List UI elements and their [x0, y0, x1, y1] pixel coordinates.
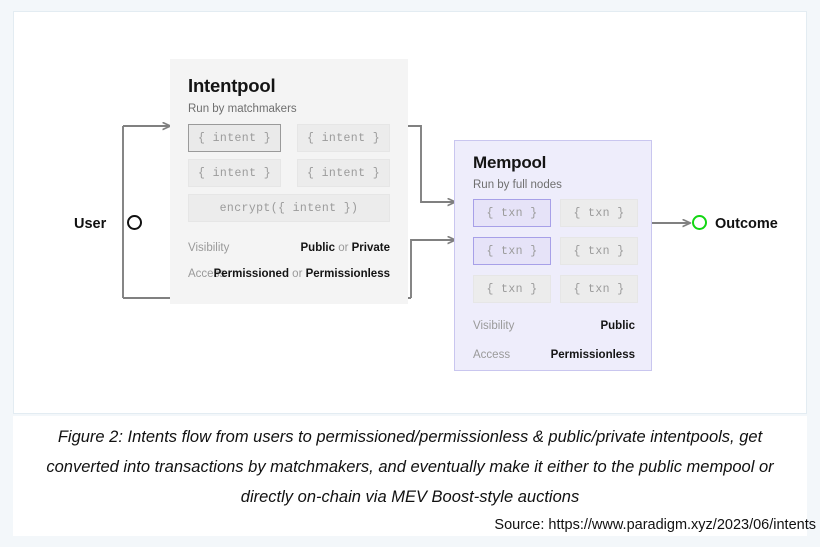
txn-chip[interactable]: { txn }: [473, 237, 551, 265]
intentpool-access-value: Permissioned or Permissionless: [214, 268, 390, 280]
value-strong: Permissionless: [305, 268, 390, 280]
value-strong: Permissioned: [213, 268, 289, 280]
mempool-visibility-value: Public: [600, 320, 635, 332]
mempool-title: Mempool: [473, 153, 547, 172]
value-strong: Public: [300, 242, 336, 254]
connector-wires: [122, 12, 808, 299]
txn-chip[interactable]: { txn }: [560, 199, 638, 227]
mempool-access-label: Access: [473, 349, 511, 361]
value-strong: Permissionless: [550, 349, 635, 361]
mempool-subtitle: Run by full nodes: [473, 179, 562, 191]
value-strong: Public: [600, 320, 635, 332]
value-sep: or: [335, 242, 352, 254]
value-sep: or: [288, 268, 306, 280]
diagram-panel: User Outcome Intentpool Run by matchmake…: [13, 11, 807, 414]
txn-chip[interactable]: { txn }: [560, 237, 638, 265]
figure-source: Source: https://www.paradigm.xyz/2023/06…: [494, 517, 816, 533]
outcome-label: Outcome: [715, 216, 778, 232]
mempool-access-value: Permissionless: [551, 349, 635, 361]
intentpool-visibility-label: Visibility: [188, 242, 230, 254]
txn-chip[interactable]: { txn }: [473, 275, 551, 303]
wire-bypass-to-mempool: [410, 240, 455, 298]
intentpool-subtitle: Run by matchmakers: [188, 103, 297, 115]
mempool-card: Mempool Run by full nodes { txn } { txn …: [454, 140, 652, 371]
user-label: User: [74, 216, 107, 232]
intentpool-card: Intentpool Run by matchmakers { intent }…: [170, 59, 408, 304]
slide-canvas: User Outcome Intentpool Run by matchmake…: [0, 0, 820, 547]
mempool-visibility-label: Visibility: [473, 320, 515, 332]
encrypt-intent-chip[interactable]: encrypt({ intent }): [188, 194, 390, 222]
intentpool-title: Intentpool: [188, 75, 276, 96]
outcome-node-circle: [692, 215, 707, 230]
figure-caption: Figure 2: Intents flow from users to per…: [46, 428, 774, 506]
intent-chip[interactable]: { intent }: [188, 159, 281, 187]
txn-chip[interactable]: { txn }: [560, 275, 638, 303]
intent-chip[interactable]: { intent }: [297, 124, 390, 152]
value-strong: Private: [351, 242, 390, 254]
intent-chip[interactable]: { intent }: [188, 124, 281, 152]
intentpool-visibility-value: Public or Private: [301, 242, 391, 254]
txn-chip[interactable]: { txn }: [473, 199, 551, 227]
user-node-circle: [127, 215, 142, 230]
intent-chip[interactable]: { intent }: [297, 159, 390, 187]
